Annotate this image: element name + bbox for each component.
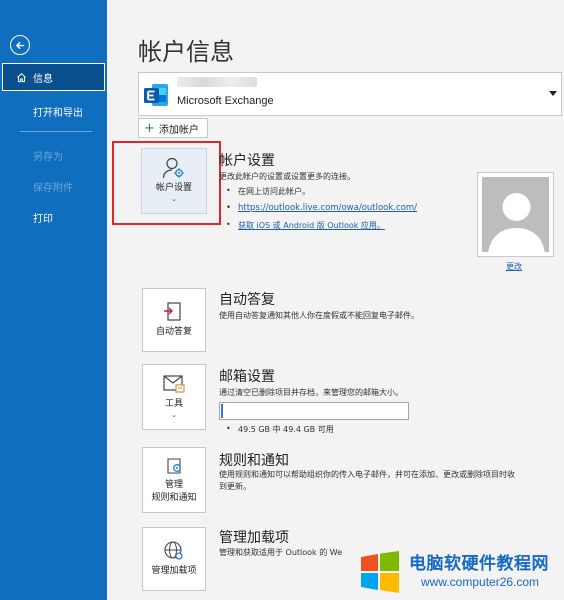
account-selector[interactable]: Microsoft Exchange <box>138 72 562 116</box>
account-settings-tile-label: 帐户设置 <box>155 183 192 194</box>
account-settings-desc: 更改此帐户的设置或设置更多的连接。 <box>219 172 355 181</box>
account-bullet-web: 在网上访问此帐户。 <box>226 186 310 197</box>
get-mobile-app-link[interactable]: 获取 iOS 或 Android 版 Outlook 应用。 <box>226 220 385 231</box>
plus-icon: + <box>144 120 155 136</box>
sidebar-divider <box>20 131 92 132</box>
rules-desc-line2: 到更新。 <box>219 482 251 491</box>
rules-alerts-icon <box>167 458 181 474</box>
profile-picture <box>477 172 554 257</box>
rules-title: 规则和通知 <box>219 453 289 469</box>
change-photo-link[interactable]: 更改 <box>506 261 522 272</box>
watermark-title: 电脑软硬件教程网 <box>409 554 549 574</box>
mailbox-settings-desc: 通过清空已删除项目并存档，来管理您的邮箱大小。 <box>219 388 403 397</box>
site-watermark: 电脑软硬件教程网 www.computer26.com <box>357 547 559 597</box>
manage-rules-button[interactable]: 管理 规则和通知 <box>142 447 206 513</box>
outlook-web-link[interactable]: https://outlook.live.com/owa/outlook.com… <box>226 203 417 213</box>
mailbox-usage-bar <box>219 402 409 420</box>
back-button[interactable] <box>10 35 30 55</box>
page-title: 帐户信息 <box>138 38 234 66</box>
auto-reply-tile-label: 自动答复 <box>155 327 192 338</box>
nav-item-info[interactable]: 信息 <box>2 63 105 91</box>
auto-reply-icon <box>164 302 181 322</box>
chevron-down-icon: ⌄ <box>171 195 177 204</box>
mailbox-settings-title: 邮箱设置 <box>219 369 275 385</box>
back-arrow-icon <box>15 41 24 49</box>
account-settings-title: 帐户设置 <box>219 153 275 169</box>
home-icon <box>17 72 26 82</box>
tools-tile-label: 工具 <box>164 399 183 410</box>
mailbox-tools-icon <box>163 375 185 393</box>
auto-reply-title: 自动答复 <box>219 292 275 308</box>
manage-addins-desc: 管理和获取适用于 Outlook 的 We <box>219 548 343 557</box>
account-email-redacted <box>177 77 257 87</box>
chevron-down-icon: ⌄ <box>171 411 177 420</box>
auto-reply-button[interactable]: 自动答复 <box>142 288 206 352</box>
backstage-sidebar: 信息 打开和导出 另存为 保存附件 打印 <box>0 0 107 600</box>
add-account-button[interactable]: + 添加帐户 <box>138 118 208 138</box>
mailbox-usage-fill <box>221 404 223 418</box>
exchange-logo-icon <box>144 84 168 106</box>
account-settings-icon <box>162 158 184 179</box>
tools-button[interactable]: 工具 ⌄ <box>142 364 206 430</box>
dropdown-arrow-icon[interactable] <box>549 91 557 96</box>
nav-item-open-export[interactable]: 打开和导出 <box>33 104 83 119</box>
rules-tile-line1: 管理 <box>164 480 183 491</box>
manage-addins-title: 管理加载项 <box>219 530 289 546</box>
nav-item-print[interactable]: 打印 <box>33 210 53 225</box>
watermark-url: www.computer26.com <box>421 575 540 589</box>
mailbox-usage-text: 49.5 GB 中 49.4 GB 可用 <box>226 424 334 435</box>
account-type: Microsoft Exchange <box>177 95 274 107</box>
manage-addins-button[interactable]: 管理加载项 <box>142 527 206 591</box>
nav-info-label: 信息 <box>33 73 53 85</box>
avatar-placeholder-icon <box>482 177 549 252</box>
rules-tile-line2: 规则和通知 <box>151 492 197 503</box>
manage-addins-tile-label: 管理加载项 <box>151 566 197 577</box>
add-account-label: 添加帐户 <box>158 124 199 136</box>
auto-reply-desc: 使用自动答复通知其他人你在度假或不能回复电子邮件。 <box>219 311 419 320</box>
nav-item-save-as: 另存为 <box>33 152 63 163</box>
globe-gear-icon <box>164 541 183 561</box>
windows-logo-icon <box>361 551 399 593</box>
nav-item-save-attachments: 保存附件 <box>33 183 73 194</box>
rules-desc-line1: 使用规则和通知可以帮助组织你的传入电子邮件，并可在添加、更改或删除项目时收 <box>219 470 515 479</box>
account-settings-button[interactable]: 帐户设置 ⌄ <box>141 148 207 214</box>
